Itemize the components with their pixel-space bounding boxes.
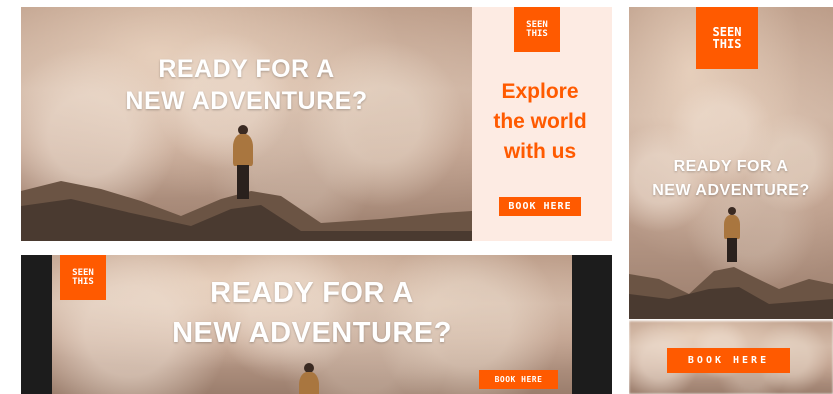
mountain-photo: READY FOR A NEW ADVENTURE?	[21, 7, 472, 241]
banner-wide[interactable]: READY FOR A NEW ADVENTURE? SEEN THIS BOO…	[21, 255, 612, 394]
hiker-figure	[231, 125, 255, 205]
banner-skyscraper[interactable]: READY FOR A NEW ADVENTURE? SEEN THIS BOO…	[629, 7, 833, 394]
tagline-line2: the world	[493, 110, 587, 133]
tagline-line3: with us	[503, 140, 577, 163]
headline-line1: READY FOR A	[158, 55, 335, 83]
book-here-button[interactable]: BOOK HERE	[667, 348, 790, 373]
book-here-button[interactable]: BOOK HERE	[499, 197, 581, 216]
headline-line2: NEW ADVENTURE?	[172, 317, 452, 349]
seenthis-logo[interactable]: SEEN THIS	[696, 7, 758, 69]
tagline-line1: Explore	[501, 80, 579, 103]
hiker-figure	[297, 363, 321, 394]
book-here-button[interactable]: BOOK HERE	[479, 370, 558, 389]
side-panel: SEEN THIS Explore the world with us BOOK…	[472, 7, 612, 241]
seenthis-logo[interactable]: SEEN THIS	[60, 255, 106, 300]
headline: READY FOR A NEW ADVENTURE?	[21, 53, 472, 117]
logo-line2: THIS	[712, 37, 742, 51]
logo-line2: THIS	[526, 28, 548, 39]
headline-line2: NEW ADVENTURE?	[652, 182, 810, 199]
headline: READY FOR A NEW ADVENTURE?	[52, 273, 572, 353]
headline-line1: READY FOR A	[673, 158, 789, 175]
headline-line1: READY FOR A	[210, 277, 414, 309]
headline-line2: NEW ADVENTURE?	[125, 87, 368, 115]
banner-leaderboard[interactable]: READY FOR A NEW ADVENTURE? SEEN THIS Exp…	[21, 7, 612, 241]
seenthis-logo[interactable]: SEEN THIS	[514, 7, 560, 52]
mountain-photo: READY FOR A NEW ADVENTURE? SEEN THIS	[629, 7, 833, 319]
headline: READY FOR A NEW ADVENTURE?	[629, 155, 833, 203]
tagline: Explore the world with us	[472, 77, 608, 167]
hiker-figure	[722, 207, 742, 265]
logo-line2: THIS	[72, 276, 94, 287]
